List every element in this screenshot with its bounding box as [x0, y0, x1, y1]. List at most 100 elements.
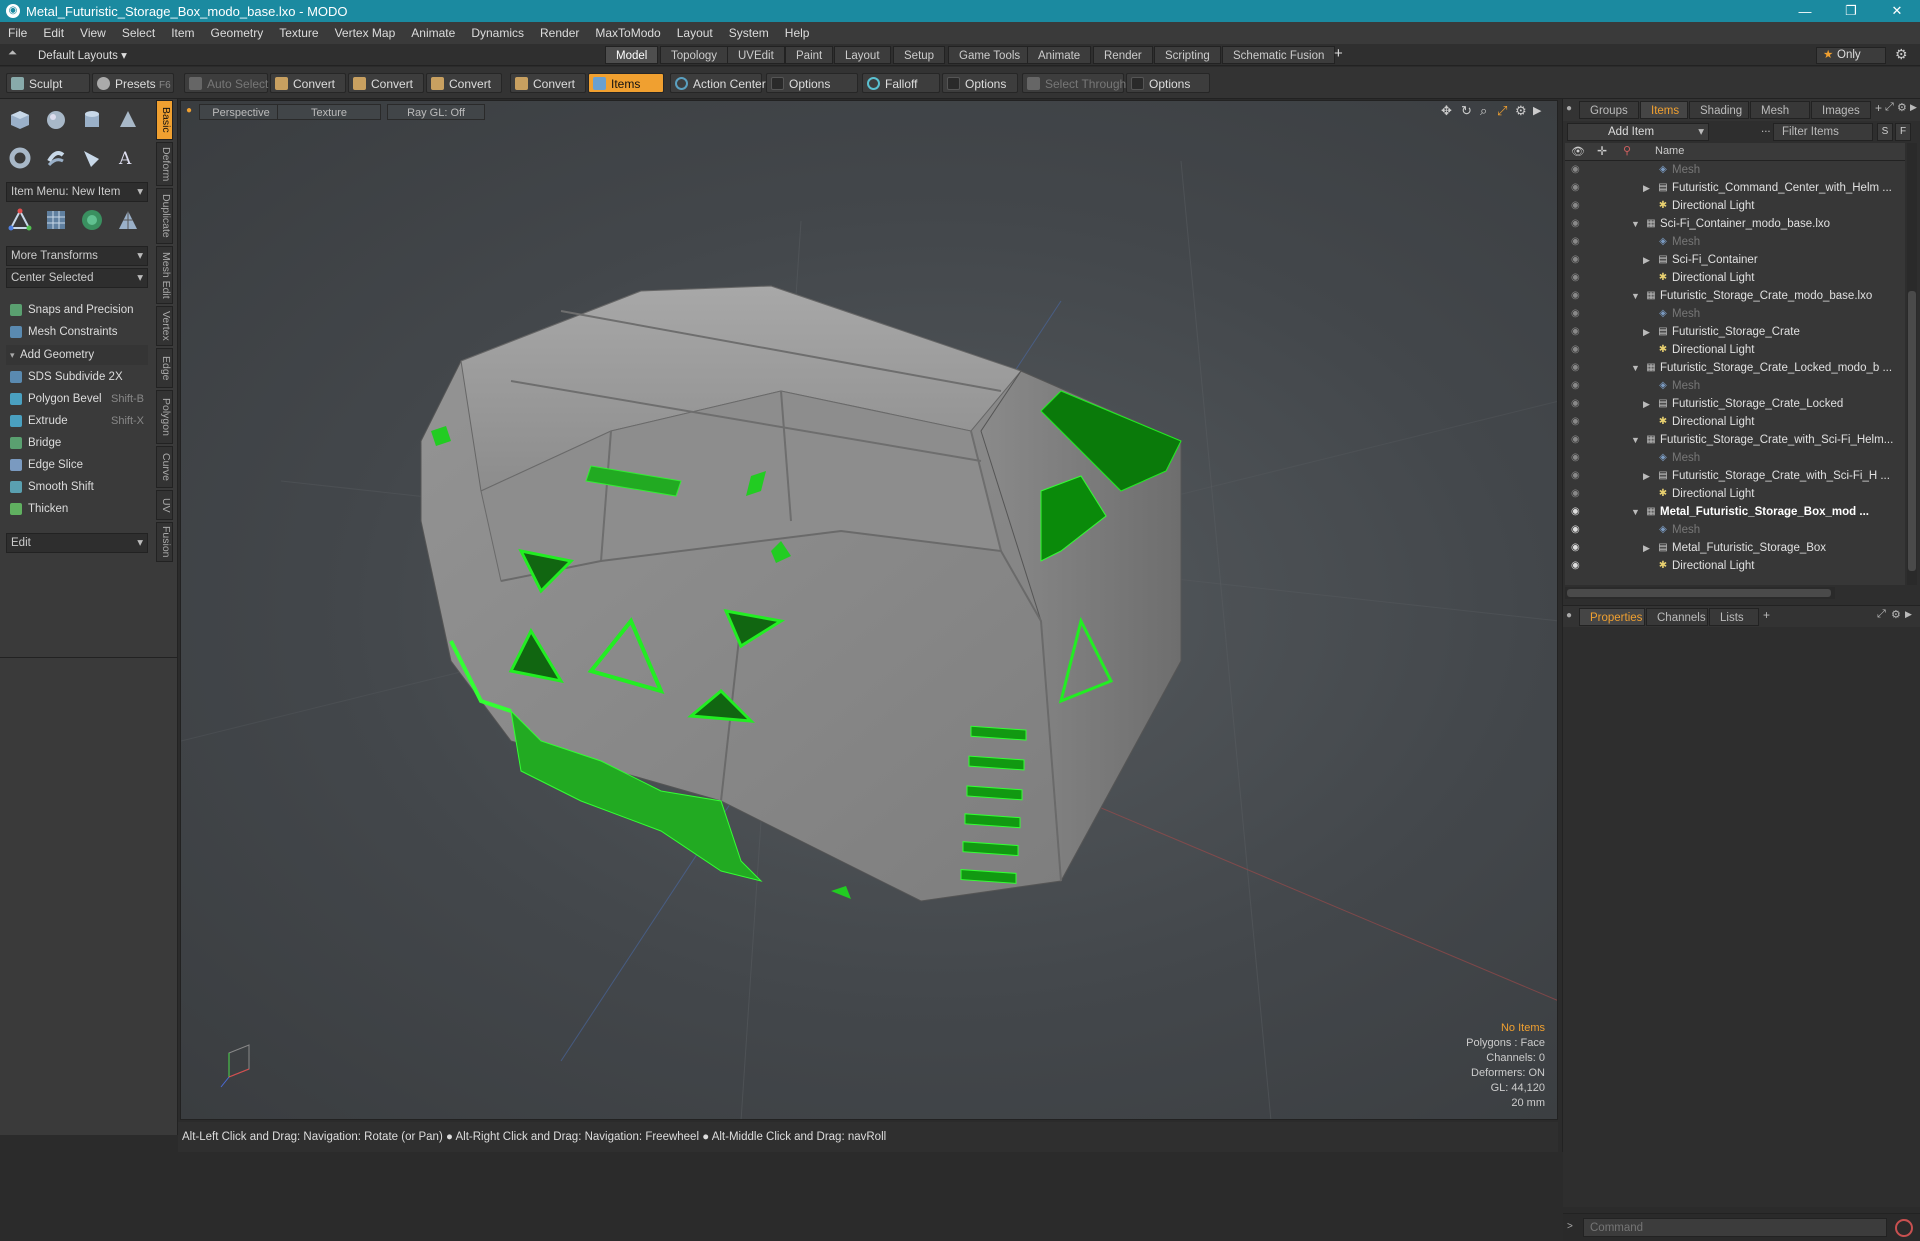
menu-animate[interactable]: Animate	[403, 26, 463, 40]
menu-texture[interactable]: Texture	[271, 26, 326, 40]
transform-tool[interactable]	[4, 205, 36, 235]
falloff-button[interactable]: Falloff	[862, 73, 940, 93]
panel-menu-icon[interactable]: ●	[1566, 103, 1572, 114]
presets-button[interactable]: Presets F6	[92, 73, 174, 93]
collapse-arrow-icon[interactable]: ▼	[1631, 359, 1640, 377]
expand-arrow-icon[interactable]: ▶	[1643, 179, 1650, 197]
visibility-eye-icon[interactable]: ◉	[1571, 165, 1583, 175]
vtab-vertex[interactable]: Vertex	[156, 306, 173, 346]
menu-view[interactable]: View	[72, 26, 114, 40]
tree-scrollbar-thumb[interactable]	[1908, 291, 1916, 571]
menu-dynamics[interactable]: Dynamics	[463, 26, 532, 40]
menu-vertex-map[interactable]: Vertex Map	[327, 26, 404, 40]
visibility-eye-icon[interactable]: ◉	[1571, 381, 1583, 391]
action-center-options-button[interactable]: Options	[766, 73, 858, 93]
sphere-tool[interactable]	[40, 105, 72, 135]
layout-collapse-icon[interactable]: ⏶	[8, 47, 17, 60]
add-tab-icon[interactable]: +	[1763, 608, 1770, 622]
default-layouts-dropdown[interactable]: Default Layouts ▾	[38, 48, 127, 62]
maximize-panel-icon[interactable]: ⤢	[1877, 608, 1886, 621]
items-mode-button[interactable]: Items	[588, 73, 664, 93]
add-tab-icon[interactable]: +	[1334, 45, 1343, 62]
visibility-column-icon[interactable]: 👁	[1571, 145, 1585, 158]
visibility-eye-icon[interactable]: ◉	[1571, 363, 1583, 373]
minimize-button[interactable]: —	[1782, 0, 1828, 22]
select-options-button[interactable]: Options	[1126, 73, 1210, 93]
add-tab-icon[interactable]: +	[1875, 101, 1882, 115]
visibility-eye-icon[interactable]: ◉	[1571, 291, 1583, 301]
action-center-button[interactable]: Action Center	[670, 73, 766, 93]
visibility-eye-icon[interactable]: ◉	[1571, 525, 1583, 535]
pyramid-tool[interactable]	[112, 205, 144, 235]
command-input[interactable]	[1583, 1218, 1887, 1237]
add-geometry-header[interactable]: ▾ Add Geometry	[6, 345, 148, 365]
vtab-mesh-edit[interactable]: Mesh Edit	[156, 246, 173, 304]
tab-groups[interactable]: Groups	[1579, 101, 1639, 119]
convert-edges-button[interactable]: Convert	[348, 73, 424, 93]
tree-hscrollbar[interactable]	[1565, 587, 1835, 599]
tab-render[interactable]: Render	[1093, 46, 1153, 64]
tree-item-row[interactable]: ◉ ▶ ▤ Futuristic_Storage_Crate_with_Sci-Fi_…	[1565, 467, 1905, 485]
tree-item-row[interactable]: ◉ ✱ Directional Light	[1565, 485, 1905, 503]
menu-select[interactable]: Select	[114, 26, 163, 40]
tab-animate[interactable]: Animate	[1027, 46, 1092, 64]
tree-scene-row[interactable]: ◉ ▼ ▦ Futuristic_Storage_Crate_modo_base.lx…	[1565, 287, 1905, 305]
tree-scrollbar[interactable]	[1907, 143, 1917, 585]
maximize-panel-icon[interactable]: ⤢	[1885, 101, 1894, 114]
item-menu-dropdown[interactable]: Item Menu: New Item	[6, 182, 148, 202]
search-mode-s-button[interactable]: S	[1877, 123, 1893, 141]
menu-render[interactable]: Render	[532, 26, 587, 40]
visibility-eye-icon[interactable]: ◉	[1571, 561, 1583, 571]
tool-extrude[interactable]: Extrude Shift-X	[6, 411, 148, 431]
tree-item-row[interactable]: ◉ ◈ Mesh	[1565, 521, 1905, 539]
collapse-arrow-icon[interactable]: ▼	[1631, 215, 1640, 233]
vtab-polygon[interactable]: Polygon	[156, 390, 173, 444]
tree-scene-row[interactable]: ◉ ▼ ▦ Futuristic_Storage_Crate_with_Sci-Fi_…	[1565, 431, 1905, 449]
select-through-button[interactable]: Select Through	[1022, 73, 1126, 93]
pen-tool[interactable]	[76, 143, 108, 173]
visibility-eye-icon[interactable]: ◉	[1571, 399, 1583, 409]
maximize-button[interactable]: ❐	[1828, 0, 1874, 22]
tree-item-row[interactable]: ◉ ▶ ▤ Sci-Fi_Container	[1565, 251, 1905, 269]
tab-setup[interactable]: Setup	[893, 46, 946, 64]
menu-maxtomodo[interactable]: MaxToModo	[587, 26, 668, 40]
sculpt-button[interactable]: Sculpt	[6, 73, 90, 93]
close-button[interactable]: ✕	[1874, 0, 1920, 22]
panel-arrow-icon[interactable]: ▶	[1905, 609, 1912, 620]
menu-edit[interactable]: Edit	[35, 26, 72, 40]
tree-item-row[interactable]: ◉ ▶ ▤ Futuristic_Command_Center_with_Helm .…	[1565, 179, 1905, 197]
lock-column-icon[interactable]: ✛	[1597, 144, 1607, 158]
visibility-eye-icon[interactable]: ◉	[1571, 273, 1583, 283]
visibility-eye-icon[interactable]: ◉	[1571, 507, 1583, 517]
visibility-eye-icon[interactable]: ◉	[1571, 201, 1583, 211]
globe-tool[interactable]	[76, 205, 108, 235]
record-icon[interactable]	[1895, 1219, 1913, 1237]
vtab-uv[interactable]: UV	[156, 490, 173, 520]
gear-icon[interactable]: ⚙	[1895, 46, 1908, 63]
tab-game-tools[interactable]: Game Tools	[948, 46, 1032, 64]
tree-item-row[interactable]: ◉ ✱ Directional Light	[1565, 341, 1905, 359]
cone-tool[interactable]	[112, 105, 144, 135]
tool-edge-slice[interactable]: Edge Slice	[6, 455, 148, 475]
tab-channels[interactable]: Channels	[1646, 608, 1708, 626]
vtab-edge[interactable]: Edge	[156, 348, 173, 388]
expand-arrow-icon[interactable]: ▶	[1643, 323, 1650, 341]
menu-geometry[interactable]: Geometry	[203, 26, 272, 40]
collapse-arrow-icon[interactable]: ▼	[1631, 287, 1640, 305]
torus-tool[interactable]	[4, 143, 36, 173]
tree-item-row[interactable]: ◉ ✱ Directional Light	[1565, 269, 1905, 287]
add-item-dropdown[interactable]: Add Item ▾	[1567, 123, 1709, 141]
filter-items-input[interactable]: Filter Items	[1773, 123, 1873, 141]
panel-arrow-icon[interactable]: ▶	[1910, 102, 1917, 113]
collapse-arrow-icon[interactable]: ▼	[1631, 431, 1640, 449]
3d-viewport[interactable]: ● Perspective Texture Ray GL: Off ✥ ↻ ⌕ …	[180, 100, 1558, 1120]
tab-topology[interactable]: Topology	[660, 46, 729, 64]
menu-file[interactable]: File	[0, 26, 35, 40]
menu-item[interactable]: Item	[163, 26, 202, 40]
command-arrow-icon[interactable]: >	[1567, 1221, 1573, 1232]
collapse-arrow-icon[interactable]: ▼	[1631, 503, 1640, 521]
tree-item-row[interactable]: ◉ ✱ Directional Light	[1565, 197, 1905, 215]
tool-smooth-shift[interactable]: Smooth Shift	[6, 477, 148, 497]
tree-scene-row[interactable]: ◉ ▼ ▦ Metal_Futuristic_Storage_Box_mod ...	[1565, 503, 1905, 521]
cube-tool[interactable]	[4, 105, 36, 135]
